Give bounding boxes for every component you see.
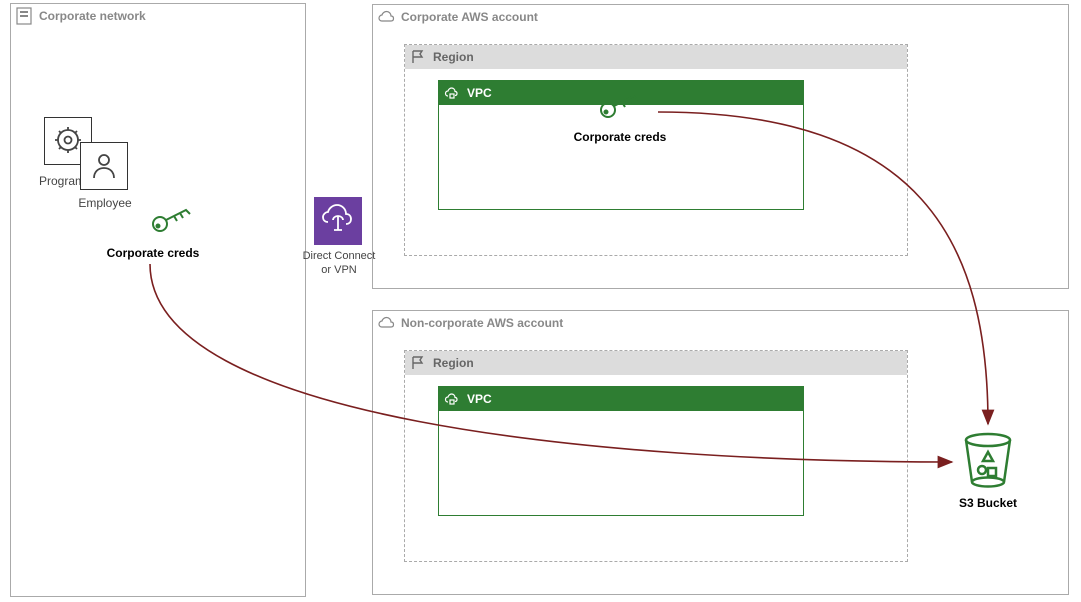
direct-connect-label-2: or VPN (294, 264, 384, 276)
vpc1-label: VPC (467, 86, 492, 100)
corporate-creds-vpc-label: Corporate creds (560, 130, 680, 144)
corporate-creds-left-label: Corporate creds (98, 246, 208, 260)
region2-label: Region (433, 356, 474, 370)
direct-connect-icon (320, 202, 356, 241)
s3-bucket-label: S3 Bucket (950, 496, 1026, 510)
corporate-network-label: Corporate network (39, 9, 146, 23)
direct-connect-label-1: Direct Connect (294, 250, 384, 262)
employee-icon-box (80, 142, 128, 190)
corporate-network-box: Corporate network (10, 3, 306, 597)
region1-label-row: Region (405, 45, 907, 69)
cloud-lock-icon (443, 84, 461, 102)
cloud-lock-icon (443, 390, 461, 408)
vpc2-label: VPC (467, 392, 492, 406)
vpc2-box: VPC (438, 386, 804, 516)
noncorp-aws-account-label-row: Non-corporate AWS account (373, 311, 571, 335)
key-icon-left (148, 202, 198, 239)
region2-label-row: Region (405, 351, 907, 375)
employee-label: Employee (70, 196, 140, 210)
region1-label: Region (433, 50, 474, 64)
flag-icon (409, 354, 427, 372)
cloud-icon (377, 314, 395, 332)
corporate-aws-account-label: Corporate AWS account (401, 10, 538, 24)
noncorp-aws-account-label: Non-corporate AWS account (401, 316, 563, 330)
s3-bucket-icon (958, 430, 1018, 493)
corporate-aws-account-label-row: Corporate AWS account (373, 5, 546, 29)
corporate-network-label-row: Corporate network (11, 4, 154, 28)
person-icon (87, 148, 121, 185)
key-icon-vpc (596, 88, 646, 125)
cloud-icon (377, 8, 395, 26)
flag-icon (409, 48, 427, 66)
direct-connect-box (314, 197, 362, 245)
vpc2-label-row: VPC (439, 387, 803, 411)
server-icon (15, 7, 33, 25)
